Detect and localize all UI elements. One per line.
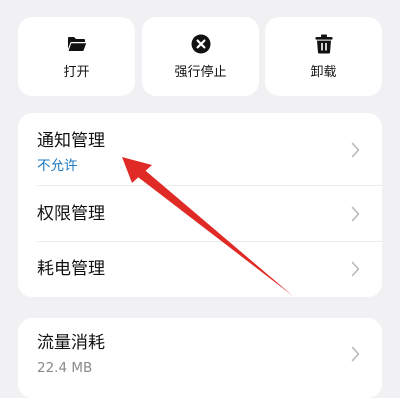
force-stop-button[interactable]: 强行停止 [142,17,259,96]
battery-management-row[interactable]: 耗电管理 [18,242,382,297]
battery-management-title: 耗电管理 [37,259,105,279]
chevron-right-icon [351,206,360,222]
permission-management-row[interactable]: 权限管理 [18,186,382,241]
notification-status: 不允许 [37,158,78,174]
traffic-usage-row[interactable]: 流量消耗 22.4 MB [18,318,382,398]
force-stop-label: 强行停止 [174,64,227,80]
notification-management-row[interactable]: 通知管理 不允许 [18,113,382,185]
uninstall-label: 卸载 [310,64,337,80]
chevron-right-icon [351,142,360,158]
traffic-usage-title: 流量消耗 [37,333,105,353]
open-label: 打开 [63,64,90,80]
traffic-card: 流量消耗 22.4 MB [18,318,382,398]
uninstall-button[interactable]: 卸载 [265,17,382,96]
permission-management-title: 权限管理 [37,204,105,224]
chevron-right-icon [351,261,360,277]
folder-icon [65,32,89,56]
open-button[interactable]: 打开 [18,17,135,96]
close-circle-icon [189,32,213,56]
traffic-usage-value: 22.4 MB [37,360,93,376]
trash-icon [312,32,336,56]
chevron-right-icon [351,346,360,362]
settings-card: 通知管理 不允许 权限管理 耗电管理 [18,113,382,297]
notification-management-title: 通知管理 [37,131,105,151]
